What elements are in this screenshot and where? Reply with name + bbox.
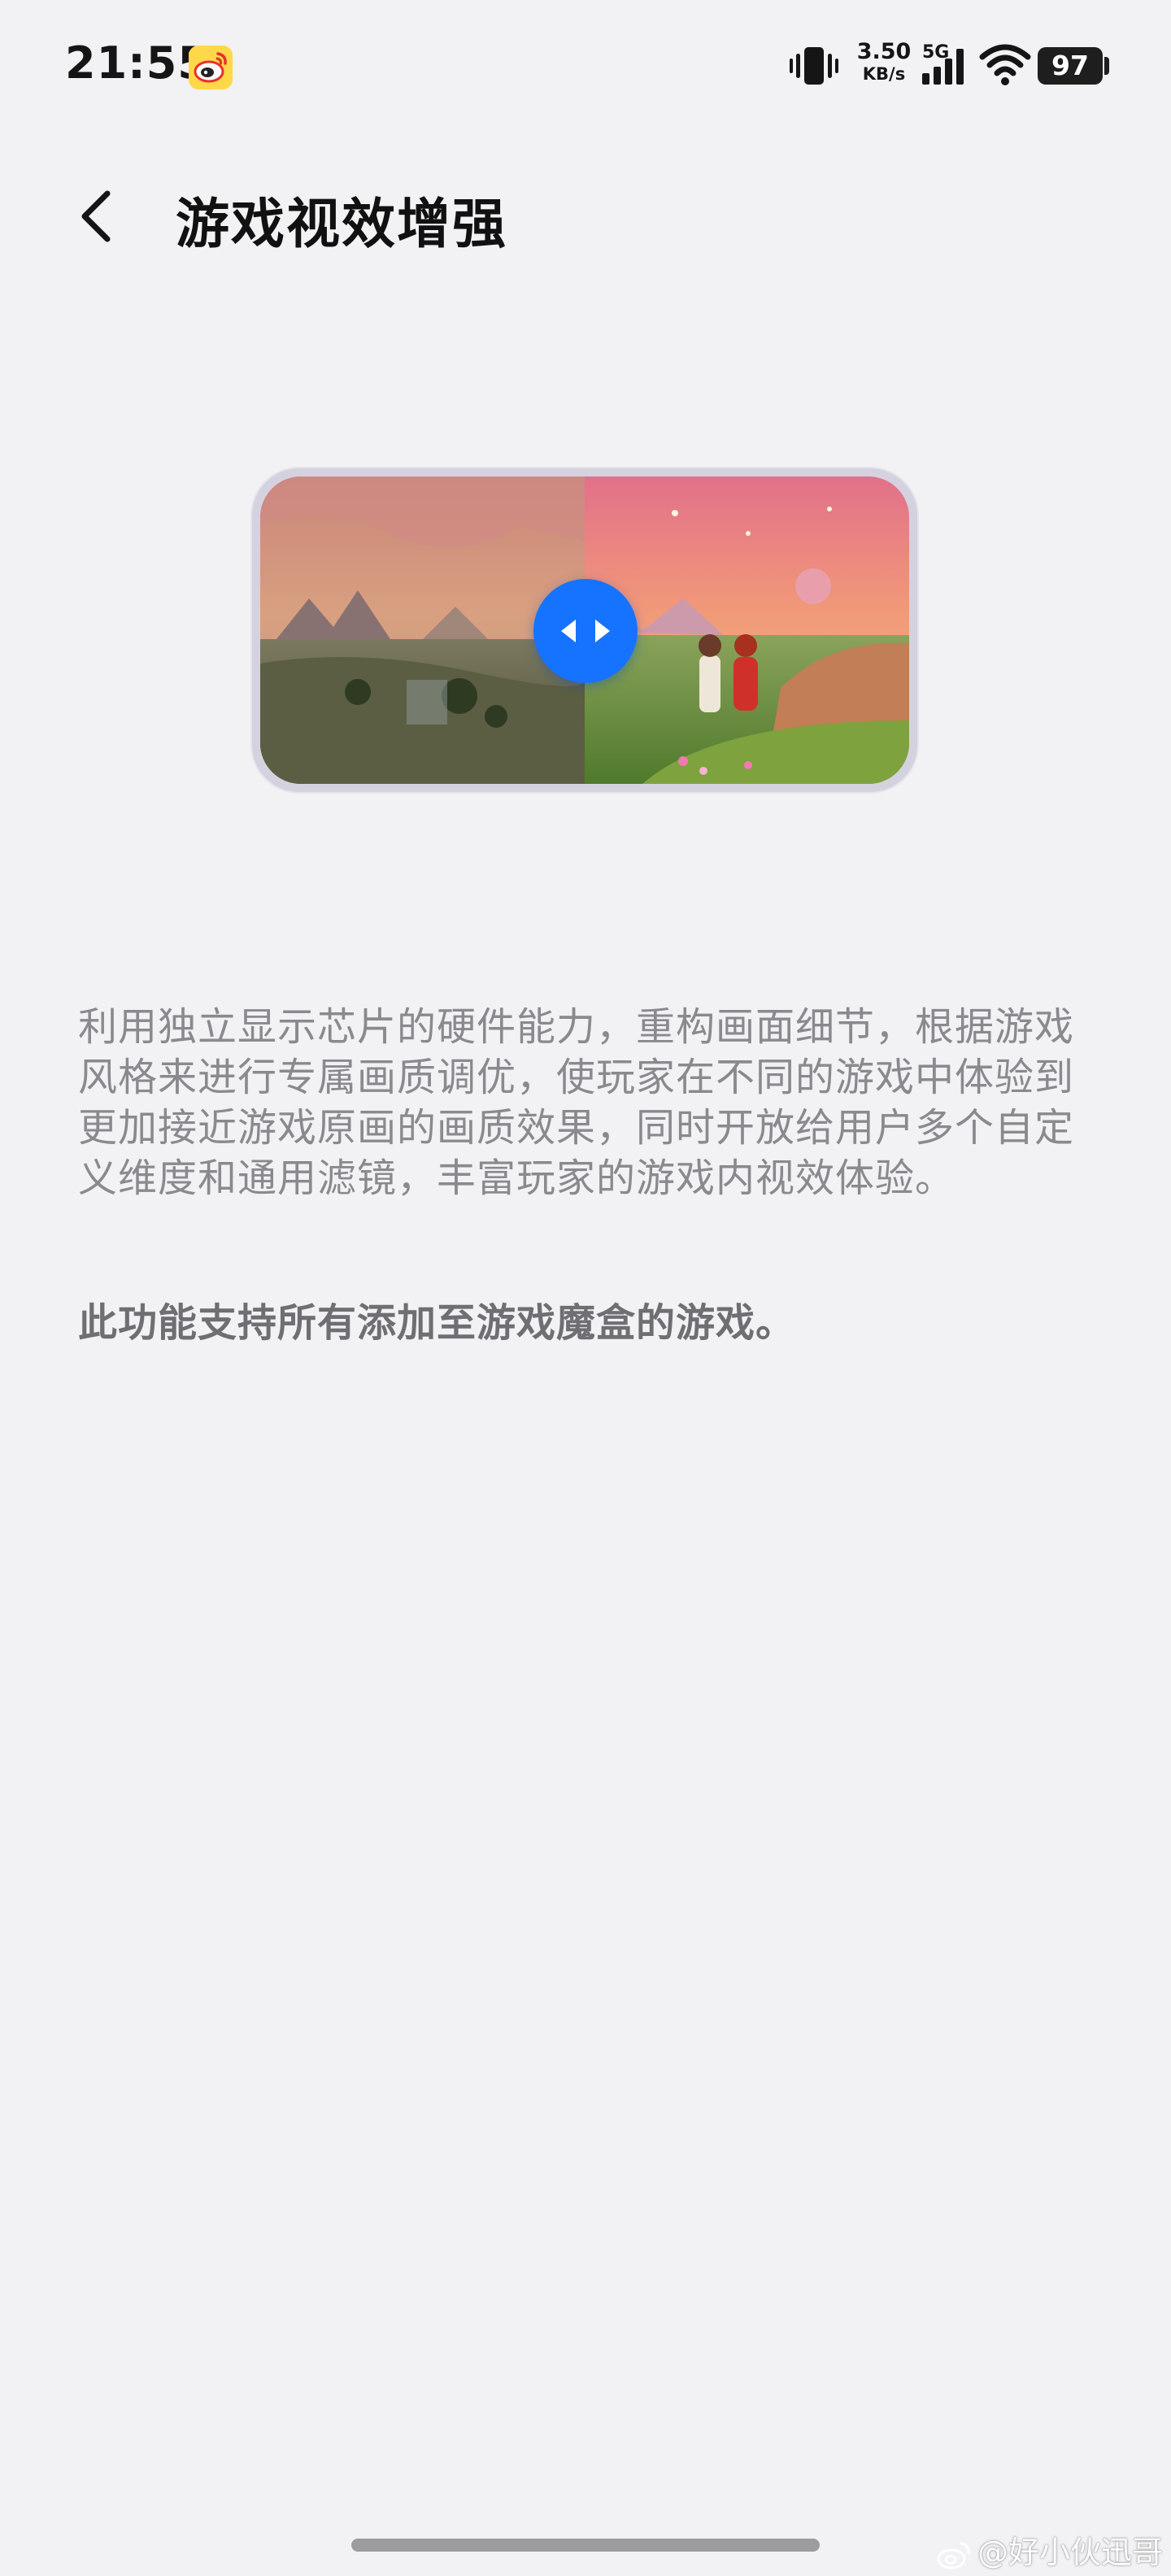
watermark: @好小伙迅哥	[935, 2527, 1163, 2572]
wifi-icon	[979, 44, 1031, 85]
watermark-text: @好小伙迅哥	[977, 2535, 1164, 2570]
network-speed-unit: KB/s	[862, 64, 906, 84]
network-speed: 3.50 KB/s	[854, 41, 914, 83]
chevron-left-icon	[81, 190, 111, 242]
compare-slider-handle[interactable]	[533, 579, 638, 683]
home-indicator[interactable]	[351, 2539, 820, 2552]
status-time: 21:55	[65, 37, 209, 89]
battery-icon: 97	[1038, 47, 1103, 85]
network-speed-value: 3.50	[856, 39, 912, 64]
signal-icon	[922, 49, 964, 85]
vibrate-icon	[790, 47, 838, 85]
battery-tip	[1104, 57, 1109, 75]
compare-arrows-icon	[561, 620, 610, 642]
feature-description: 利用独立显示芯片的硬件能力，重构画面细节，根据游戏风格来进行专属画质调优，使玩家…	[78, 1004, 1075, 1201]
weibo-icon	[189, 46, 233, 89]
weibo-watermark-icon	[937, 2542, 970, 2569]
back-button[interactable]	[62, 176, 130, 254]
support-note: 此功能支持所有添加至游戏魔盒的游戏。	[78, 1300, 796, 1346]
page-title: 游戏视效增强	[176, 193, 507, 255]
status-bar: 21:55 3.50 KB/s 5G 97	[0, 0, 1171, 138]
